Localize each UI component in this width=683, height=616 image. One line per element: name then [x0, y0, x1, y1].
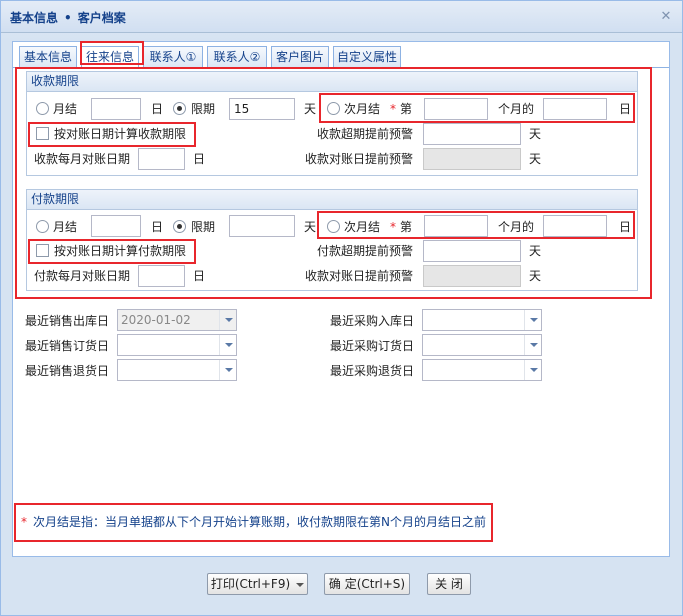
- receivable-next-month-label: 次月结: [344, 102, 381, 116]
- last-purchase-in-label: 最近采购入库日: [330, 314, 415, 328]
- receivable-statement-warn-input: [423, 148, 521, 170]
- chevron-down-icon[interactable]: [219, 360, 236, 380]
- payable-overdue-warn-unit: 天: [529, 244, 542, 258]
- chevron-down-icon: [296, 582, 305, 587]
- receivable-term-days-unit: 天: [304, 102, 317, 116]
- last-sale-out-label: 最近销售出库日: [25, 314, 110, 328]
- receivable-monthly-day-input[interactable]: [91, 98, 141, 120]
- tab-customer-images[interactable]: 客户图片: [271, 46, 329, 68]
- last-sale-order-select[interactable]: [117, 334, 237, 356]
- receivable-settlement-day-input[interactable]: [543, 98, 607, 120]
- customer-profile-window: 基本信息 • 客户档案 ✕ 基本信息 往来信息 联系人① 联系人② 客户图片 自定义…: [0, 0, 683, 616]
- confirm-button[interactable]: 确 定(Ctrl+S): [324, 573, 410, 595]
- receivable-overdue-warn-label: 收款超期提前预警: [317, 127, 414, 141]
- receivable-term-radio[interactable]: [173, 102, 186, 115]
- payable-term-radio[interactable]: [173, 220, 186, 233]
- receivable-statement-warn-unit: 天: [529, 152, 542, 166]
- close-button[interactable]: 关 闭: [427, 573, 471, 595]
- payable-nth-label: 第: [400, 220, 413, 234]
- payable-term-days-unit: 天: [304, 220, 317, 234]
- last-sale-out-select[interactable]: 2020-01-02: [117, 309, 237, 331]
- breadcrumb-separator: •: [64, 11, 72, 25]
- payable-monthly-statement-input[interactable]: [138, 265, 185, 287]
- payable-overdue-warn-input[interactable]: [423, 240, 521, 262]
- chevron-down-icon[interactable]: [524, 335, 541, 355]
- receivable-monthly-day-unit: 日: [151, 102, 164, 116]
- payable-next-month-label: 次月结: [344, 220, 381, 234]
- receivable-months-label: 个月的: [498, 102, 535, 116]
- payable-monthly-label: 月结: [53, 220, 78, 234]
- breadcrumb-item-customer-profile: 客户档案: [77, 11, 126, 25]
- receivable-monthly-statement-unit: 日: [193, 152, 206, 166]
- payable-monthly-statement-unit: 日: [193, 269, 206, 283]
- print-button[interactable]: 打印(Ctrl+F9): [207, 573, 308, 595]
- payable-term-days-input[interactable]: [229, 215, 295, 237]
- breadcrumb-item-basic-info: 基本信息: [10, 11, 59, 25]
- chevron-down-icon[interactable]: [524, 360, 541, 380]
- receivable-monthly-label: 月结: [53, 102, 78, 116]
- tab-contact-1[interactable]: 联系人①: [143, 46, 203, 68]
- receivable-by-statement-label: 按对账日期计算收款期限: [54, 127, 187, 141]
- tab-custom-attributes[interactable]: 自定义属性: [333, 46, 401, 68]
- last-purchase-return-select[interactable]: [422, 359, 542, 381]
- payable-statement-warn-label: 收款对账日提前预警: [305, 269, 414, 283]
- tab-contact-2[interactable]: 联系人②: [207, 46, 267, 68]
- receivable-term-label: 限期: [191, 102, 216, 116]
- breadcrumb: 基本信息 • 客户档案: [10, 9, 126, 26]
- receivable-overdue-warn-unit: 天: [529, 127, 542, 141]
- payable-months-label: 个月的: [498, 220, 535, 234]
- receivable-statement-warn-label: 收款对账日提前预警: [305, 152, 414, 166]
- chevron-down-icon[interactable]: [219, 310, 236, 330]
- payable-statement-warn-unit: 天: [529, 269, 542, 283]
- receivable-next-month-radio[interactable]: [327, 102, 340, 115]
- note-star: *: [21, 515, 27, 529]
- payable-term-label: 限期: [191, 220, 216, 234]
- highlight-active-tab: [80, 41, 144, 65]
- last-sale-return-label: 最近销售退货日: [25, 364, 110, 378]
- receivable-monthly-statement-label: 收款每月对账日期: [34, 152, 131, 166]
- next-month-settlement-note: * 次月结是指：当月单据都从下个月开始计算账期，收付款期限在第N个月的月结日之前: [17, 510, 487, 534]
- print-button-label: 打印(Ctrl+F9): [210, 577, 291, 591]
- last-sale-out-value: 2020-01-02: [121, 313, 191, 327]
- receivable-settlement-day-unit: 日: [619, 102, 632, 116]
- payable-monthly-day-unit: 日: [151, 220, 164, 234]
- receivable-overdue-warn-input[interactable]: [423, 123, 521, 145]
- chevron-down-icon[interactable]: [524, 310, 541, 330]
- last-sale-order-label: 最近销售订货日: [25, 339, 110, 353]
- payable-by-statement-label: 按对账日期计算付款期限: [54, 244, 187, 258]
- payable-monthly-statement-label: 付款每月对账日期: [34, 269, 131, 283]
- receivable-monthly-statement-input[interactable]: [138, 148, 185, 170]
- payable-settlement-day-unit: 日: [619, 220, 632, 234]
- last-sale-return-select[interactable]: [117, 359, 237, 381]
- last-purchase-order-select[interactable]: [422, 334, 542, 356]
- payable-nth-month-input[interactable]: [424, 215, 488, 237]
- payable-by-statement-checkbox[interactable]: [36, 244, 49, 257]
- receivable-monthly-radio[interactable]: [36, 102, 49, 115]
- payable-terms-header: 付款期限: [27, 190, 637, 210]
- payable-monthly-radio[interactable]: [36, 220, 49, 233]
- last-purchase-order-label: 最近采购订货日: [330, 339, 415, 353]
- last-purchase-return-label: 最近采购退货日: [330, 364, 415, 378]
- receivable-term-days-input[interactable]: 15: [229, 98, 295, 120]
- chevron-down-icon[interactable]: [219, 335, 236, 355]
- receivable-nth-month-input[interactable]: [424, 98, 488, 120]
- payable-next-month-radio[interactable]: [327, 220, 340, 233]
- note-text: 次月结是指：当月单据都从下个月开始计算账期，收付款期限在第N个月的月结日之前: [33, 515, 486, 529]
- payable-statement-warn-input: [423, 265, 521, 287]
- receivable-by-statement-checkbox[interactable]: [36, 127, 49, 140]
- payable-settlement-day-input[interactable]: [543, 215, 607, 237]
- close-icon[interactable]: ✕: [660, 10, 672, 23]
- payable-required-star: *: [390, 220, 396, 234]
- last-purchase-in-select[interactable]: [422, 309, 542, 331]
- receivable-required-star: *: [390, 102, 396, 116]
- receivable-nth-label: 第: [400, 102, 413, 116]
- tab-basic-info[interactable]: 基本信息: [19, 46, 77, 68]
- payable-monthly-day-input[interactable]: [91, 215, 141, 237]
- payable-overdue-warn-label: 付款超期提前预警: [317, 244, 414, 258]
- window-titlebar: 基本信息 • 客户档案 ✕: [1, 1, 682, 33]
- receivable-terms-header: 收款期限: [27, 72, 637, 92]
